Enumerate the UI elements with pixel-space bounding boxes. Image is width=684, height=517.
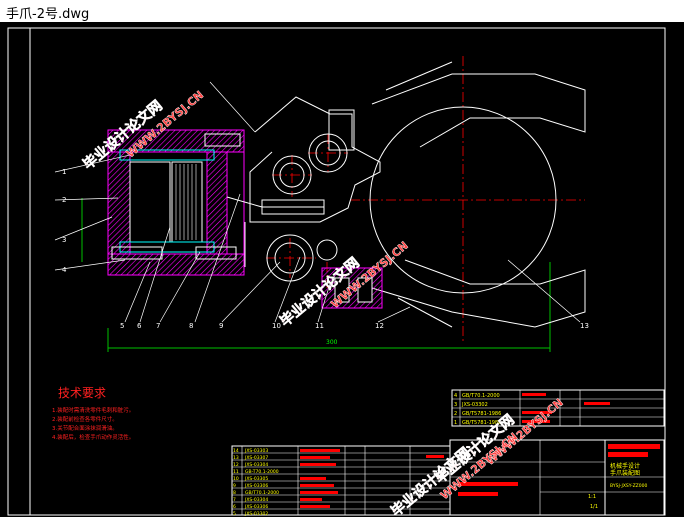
callout-9: 9 xyxy=(219,322,223,330)
tech-req-item-3: 3.关节配合面涂抹润滑油。 xyxy=(52,424,118,432)
dimension-text: 300 xyxy=(326,339,338,346)
title-block-drawing-no: BYSJ-JXSY-ZZ000 xyxy=(610,483,647,489)
callout-6: 6 xyxy=(137,322,142,330)
svg-text:JXS-03304: JXS-03304 xyxy=(244,497,268,503)
tech-req-title: 技术要求 xyxy=(58,386,106,400)
svg-text:11: 11 xyxy=(233,469,239,475)
cad-viewport[interactable]: 300 1 2 3 4 5 6 7 8 9 10 11 12 13 技术要求 1… xyxy=(0,22,684,517)
window-title: 手爪-2号.dwg xyxy=(6,7,90,22)
title-block-scale: 1:1 xyxy=(588,494,596,500)
svg-text:10: 10 xyxy=(233,476,239,482)
callout-7: 7 xyxy=(156,322,160,330)
svg-text:7: 7 xyxy=(233,497,236,503)
svg-text:JXS-03304: JXS-03304 xyxy=(244,462,268,468)
callout-8: 8 xyxy=(189,322,193,330)
svg-text:GB-T70.1-2000: GB-T70.1-2000 xyxy=(245,469,279,475)
svg-text:JXS-03302: JXS-03302 xyxy=(461,402,488,408)
callout-13: 13 xyxy=(580,322,589,330)
callout-12: 12 xyxy=(375,322,384,330)
technical-requirements: 技术要求 1.装配时需清洗零件毛刺和脏污。 2.装配前检查各零件尺寸。 3.关节… xyxy=(52,386,134,441)
svg-text:GB/T70.1-2000: GB/T70.1-2000 xyxy=(462,393,500,399)
svg-text:6: 6 xyxy=(233,504,236,510)
svg-text:JXS-03305: JXS-03305 xyxy=(244,476,268,482)
title-block-name: 机械手设计 xyxy=(610,462,640,470)
window-titlebar: 手爪-2号.dwg xyxy=(0,0,684,23)
gripper-fingers xyxy=(369,61,586,328)
title-block-subname: 手爪装配图 xyxy=(610,469,640,477)
svg-text:5: 5 xyxy=(233,511,236,517)
svg-text:8: 8 xyxy=(233,490,236,496)
svg-text:3: 3 xyxy=(454,402,457,408)
callout-1: 1 xyxy=(62,168,66,176)
svg-text:2: 2 xyxy=(454,411,457,417)
title-block-sheet: 1/1 xyxy=(590,504,598,510)
cad-drawing: 300 1 2 3 4 5 6 7 8 9 10 11 12 13 技术要求 1… xyxy=(7,27,666,517)
svg-text:12: 12 xyxy=(233,462,239,468)
svg-text:JXS-03303: JXS-03303 xyxy=(244,448,268,454)
svg-text:9: 9 xyxy=(233,483,236,489)
linkage-plate xyxy=(244,96,381,282)
tech-req-item-4: 4.装配后，检查手爪动作灵活性。 xyxy=(52,433,134,441)
svg-text:1: 1 xyxy=(454,420,457,426)
parts-list-lower: 14 JXS-03303 13 JXS-03307 12 JXS-03304 11 GB… xyxy=(231,445,451,517)
watermark-1: 毕业设计论文网 WWW.2BYSJ.CN xyxy=(79,88,206,173)
svg-text:13: 13 xyxy=(233,455,239,461)
callout-2: 2 xyxy=(62,196,66,204)
svg-text:GB/T5781-1986: GB/T5781-1986 xyxy=(462,411,501,417)
svg-text:JXS-03306: JXS-03306 xyxy=(244,504,268,510)
svg-text:GB/T70.1-2000: GB/T70.1-2000 xyxy=(245,490,279,496)
callout-10: 10 xyxy=(272,322,281,330)
tech-req-item-1: 1.装配时需清洗零件毛刺和脏污。 xyxy=(52,406,134,414)
callout-5: 5 xyxy=(120,322,124,330)
svg-text:4: 4 xyxy=(454,393,457,399)
callout-3: 3 xyxy=(62,236,66,244)
svg-text:14: 14 xyxy=(233,448,239,454)
tech-req-item-2: 2.装配前检查各零件尺寸。 xyxy=(52,415,118,423)
callout-4: 4 xyxy=(62,266,67,274)
callout-11: 11 xyxy=(315,322,324,330)
svg-text:JXS-03306: JXS-03306 xyxy=(244,483,268,489)
svg-text:JXS-03302: JXS-03302 xyxy=(244,511,268,517)
svg-text:JXS-03307: JXS-03307 xyxy=(244,455,268,461)
